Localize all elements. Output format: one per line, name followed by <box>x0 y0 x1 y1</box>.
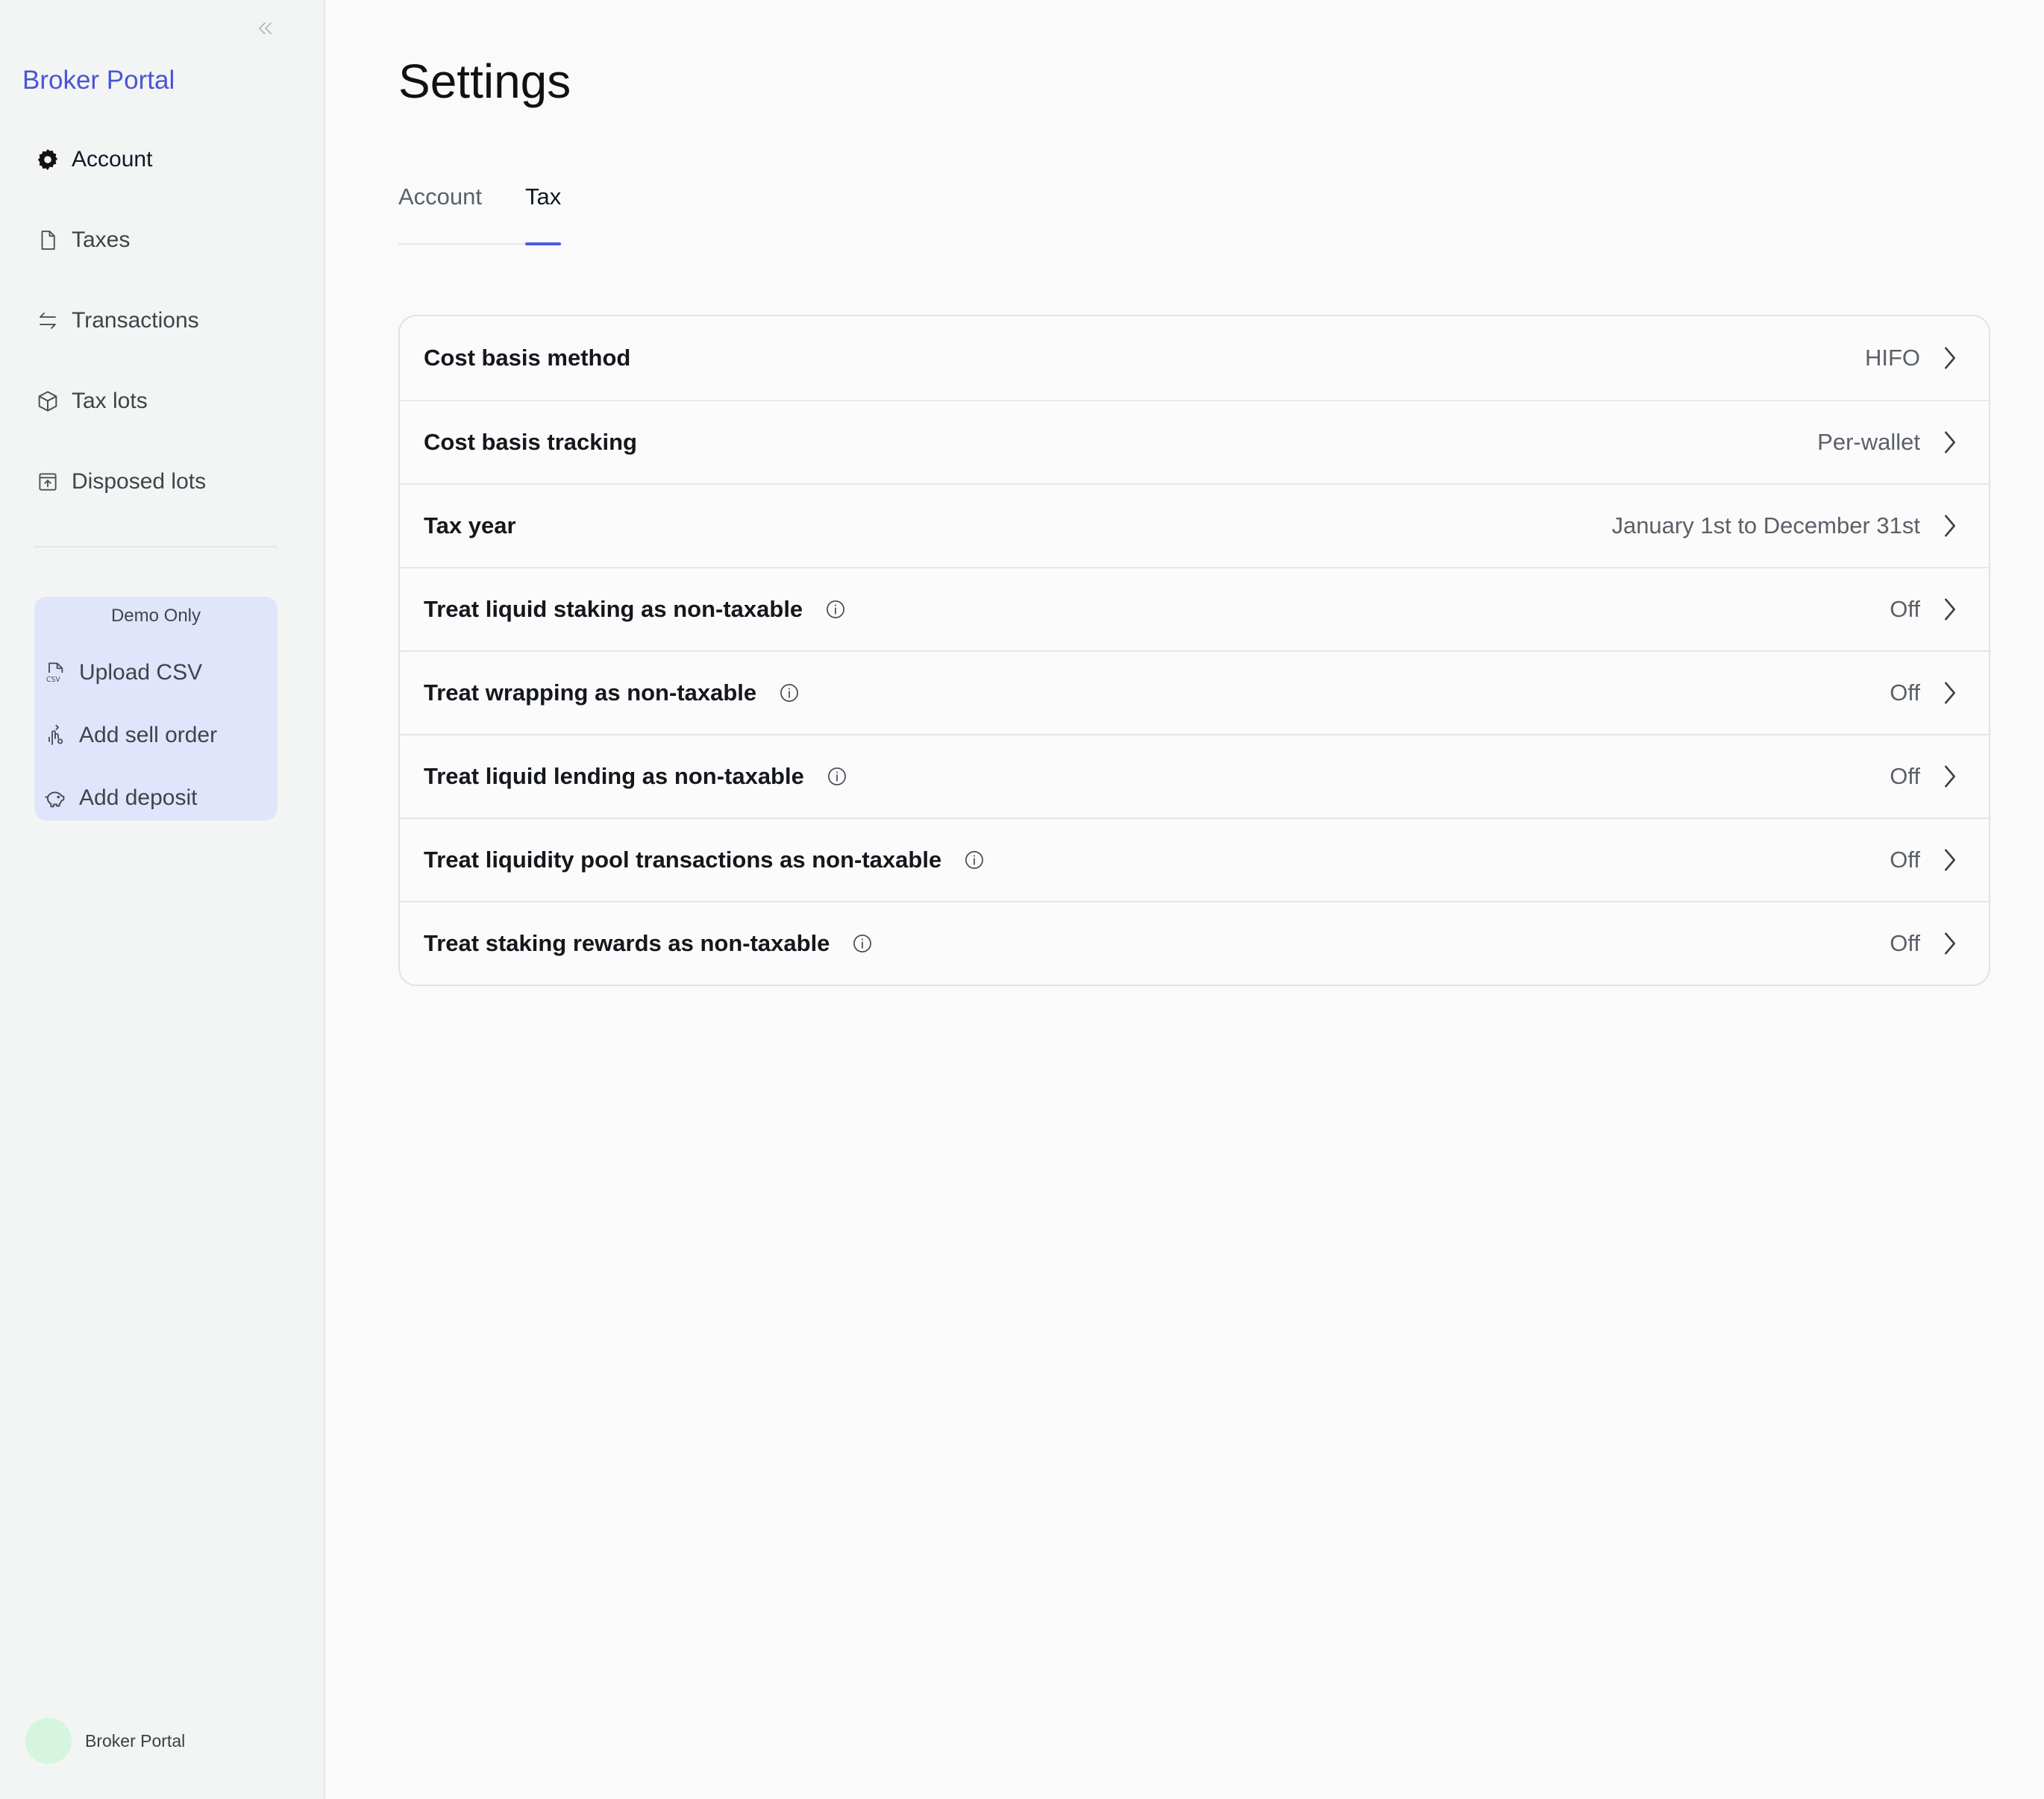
sidebar-item-taxes[interactable]: Taxes <box>34 218 130 263</box>
tax-settings-card: Cost basis method HIFO Cost basis tracki… <box>398 315 1990 986</box>
setting-row-liquid-staking[interactable]: Treat liquid staking as non-taxable Off <box>400 567 1989 650</box>
setting-value: Off <box>1890 679 1920 706</box>
demo-item-label: Add sell order <box>79 723 218 747</box>
sidebar: Broker Portal Account Taxes Transactions… <box>0 0 325 1799</box>
sidebar-item-account[interactable]: Account <box>34 137 152 182</box>
chevron-right-icon <box>1941 679 1959 706</box>
sidebar-item-label: Transactions <box>72 308 199 333</box>
setting-value: HIFO <box>1864 345 1920 371</box>
info-icon[interactable] <box>964 850 985 870</box>
setting-row-cost-basis-tracking[interactable]: Cost basis tracking Per-wallet <box>400 400 1989 483</box>
info-icon[interactable] <box>852 933 873 954</box>
setting-row-wrapping[interactable]: Treat wrapping as non-taxable Off <box>400 650 1989 734</box>
chevron-right-icon <box>1941 763 1959 790</box>
sidebar-item-disposed-lots[interactable]: Disposed lots <box>34 459 206 504</box>
sidebar-item-label: Disposed lots <box>72 469 207 494</box>
sidebar-item-transactions[interactable]: Transactions <box>34 298 199 343</box>
setting-row-staking-rewards[interactable]: Treat staking rewards as non-taxable Off <box>400 901 1989 985</box>
sidebar-item-label: Tax lots <box>72 389 148 413</box>
piggy-bank-icon <box>42 785 69 811</box>
demo-item-label: Add deposit <box>79 785 198 810</box>
upload-csv-button[interactable]: CSV Upload CSV <box>42 652 202 694</box>
archive-upload-icon <box>34 468 61 495</box>
add-sell-order-button[interactable]: Add sell order <box>42 715 217 756</box>
setting-label: Treat liquidity pool transactions as non… <box>424 847 942 873</box>
svg-text:CSV: CSV <box>46 676 60 684</box>
brand-logo-text[interactable]: Broker Portal <box>22 66 175 95</box>
page-title: Settings <box>398 54 571 108</box>
hand-coins-icon <box>42 722 69 749</box>
setting-label: Treat liquid staking as non-taxable <box>424 596 803 622</box>
sidebar-divider <box>34 546 278 547</box>
chevron-right-icon <box>1941 847 1959 873</box>
setting-value: Off <box>1890 847 1920 873</box>
setting-row-liquid-lending[interactable]: Treat liquid lending as non-taxable Off <box>400 734 1989 817</box>
setting-label: Tax year <box>424 512 516 539</box>
setting-label: Cost basis tracking <box>424 429 637 455</box>
file-icon <box>34 227 61 254</box>
demo-panel-title: Demo Only <box>110 606 201 626</box>
info-icon[interactable] <box>779 682 800 703</box>
sidebar-item-tax-lots[interactable]: Tax lots <box>34 379 148 424</box>
add-deposit-button[interactable]: Add deposit <box>42 777 197 819</box>
tab-tax[interactable]: Tax <box>525 183 561 210</box>
csv-file-icon: CSV <box>42 659 69 686</box>
setting-value: January 1st to December 31st <box>1611 512 1920 539</box>
setting-row-cost-basis-method[interactable]: Cost basis method HIFO <box>400 316 1989 400</box>
chevron-right-icon <box>1941 429 1959 456</box>
chevron-right-icon <box>1941 596 1959 623</box>
avatar <box>25 1718 72 1764</box>
chevron-right-icon <box>1941 512 1959 539</box>
setting-row-liquidity-pool[interactable]: Treat liquidity pool transactions as non… <box>400 817 1989 901</box>
chevron-right-icon <box>1941 930 1959 957</box>
arrows-swap-icon <box>34 307 61 334</box>
setting-label: Treat staking rewards as non-taxable <box>424 930 830 956</box>
setting-label: Treat wrapping as non-taxable <box>424 679 757 706</box>
demo-item-label: Upload CSV <box>79 660 203 685</box>
chevrons-left-icon <box>258 22 272 34</box>
setting-label: Cost basis method <box>424 345 631 371</box>
cube-icon <box>34 388 61 415</box>
tab-account[interactable]: Account <box>398 183 482 210</box>
setting-value: Per-wallet <box>1817 429 1920 455</box>
user-profile[interactable]: Broker Portal <box>25 1717 185 1765</box>
info-icon[interactable] <box>827 766 847 787</box>
user-name: Broker Portal <box>85 1730 186 1751</box>
gear-icon <box>34 146 61 173</box>
active-tab-indicator <box>525 242 561 245</box>
collapse-sidebar-button[interactable] <box>252 15 279 42</box>
setting-row-tax-year[interactable]: Tax year January 1st to December 31st <box>400 483 1989 567</box>
sidebar-item-label: Account <box>72 147 153 172</box>
setting-label: Treat liquid lending as non-taxable <box>424 763 804 789</box>
setting-value: Off <box>1890 596 1920 622</box>
setting-value: Off <box>1890 763 1920 789</box>
setting-value: Off <box>1890 930 1920 956</box>
settings-tabs: Account Tax <box>398 179 562 245</box>
demo-panel: Demo Only CSV Upload CSV Add sell order … <box>34 597 278 820</box>
info-icon[interactable] <box>825 599 846 620</box>
chevron-right-icon <box>1941 345 1959 371</box>
sidebar-item-label: Taxes <box>72 227 131 252</box>
